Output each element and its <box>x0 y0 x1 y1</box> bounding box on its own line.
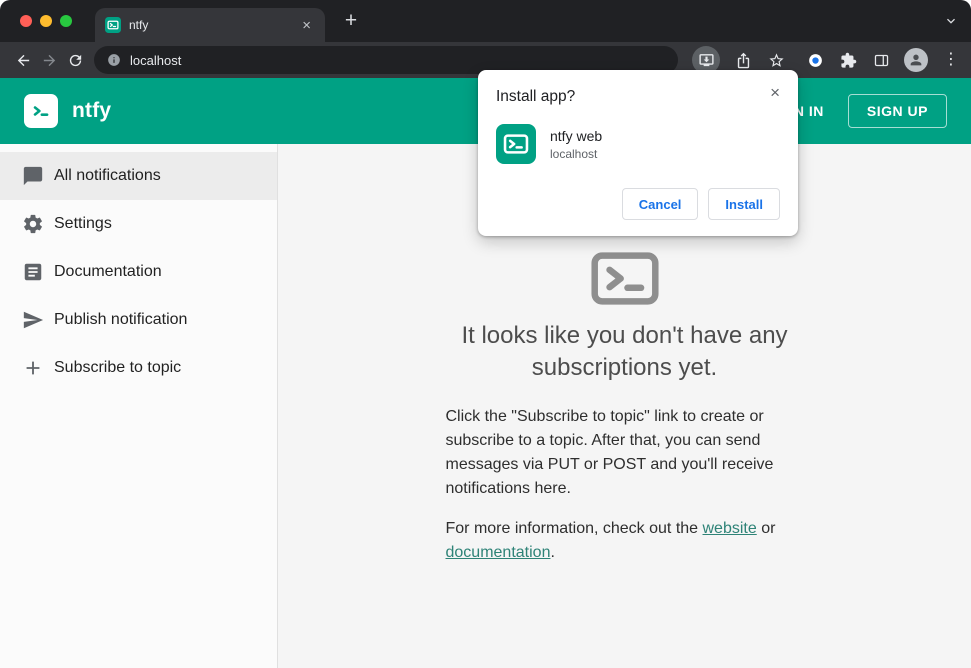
empty-state-paragraph: For more information, check out the webs… <box>446 517 804 565</box>
sidebar-item-label: Subscribe to topic <box>54 359 182 376</box>
tab-strip: ntfy × + <box>0 0 971 42</box>
sidebar-item-label: Settings <box>54 215 112 232</box>
chat-bubble-icon <box>22 165 44 187</box>
documentation-link[interactable]: documentation <box>446 544 551 561</box>
ntfy-terminal-icon <box>590 252 659 310</box>
sidebar-item-documentation[interactable]: Documentation <box>0 248 277 296</box>
new-tab-button[interactable]: + <box>339 9 363 33</box>
dialog-close-icon[interactable]: × <box>766 82 784 103</box>
window-controls <box>0 15 72 27</box>
sidebar-item-subscribe-to-topic[interactable]: Subscribe to topic <box>0 344 277 392</box>
site-info-icon[interactable] <box>107 53 121 67</box>
tab-title: ntfy <box>129 18 149 32</box>
extension-badge-icon[interactable] <box>805 47 825 73</box>
browser-window: ntfy × + localhost ⋮ ntfy IN SIGN UP All… <box>0 0 971 668</box>
period-text: . <box>550 544 555 562</box>
article-icon <box>22 261 44 283</box>
gear-icon <box>22 213 44 235</box>
ntfy-app-icon <box>496 124 536 164</box>
dialog-title: Install app? <box>496 88 576 105</box>
sign-up-button[interactable]: SIGN UP <box>847 94 947 128</box>
website-link[interactable]: website <box>703 520 757 537</box>
install-app-dialog: Install app? × ntfy web localhost Cancel… <box>478 70 798 236</box>
dialog-app-row: ntfy web localhost <box>496 124 780 164</box>
dialog-app-origin: localhost <box>550 146 598 161</box>
empty-state-heading: It looks like you don't have any subscri… <box>461 322 788 381</box>
sidebar-item-label: Documentation <box>54 263 162 280</box>
minimize-window-button[interactable] <box>40 15 52 27</box>
dialog-app-info: ntfy web localhost <box>550 128 602 161</box>
zoom-window-button[interactable] <box>60 15 72 27</box>
dialog-buttons: Cancel Install <box>496 188 780 220</box>
ntfy-favicon-icon <box>105 17 121 33</box>
close-window-button[interactable] <box>20 15 32 27</box>
side-panel-icon[interactable] <box>871 47 891 73</box>
sidebar: All notifications Settings Documentation… <box>0 144 278 668</box>
sidebar-item-settings[interactable]: Settings <box>0 200 277 248</box>
extensions-puzzle-icon[interactable] <box>838 47 858 73</box>
reload-button[interactable] <box>62 47 88 73</box>
tab-search-chevron-icon[interactable] <box>943 13 959 34</box>
ntfy-logo-icon <box>24 94 58 128</box>
sidebar-item-label: Publish notification <box>54 311 188 328</box>
more-info-text: For more information, check out the <box>445 520 703 538</box>
or-text: or <box>756 520 776 538</box>
app-title: ntfy <box>72 99 112 122</box>
empty-state-text: Click the "Subscribe to topic" link to c… <box>446 405 804 565</box>
sidebar-item-publish-notification[interactable]: Publish notification <box>0 296 277 344</box>
forward-button[interactable] <box>36 47 62 73</box>
back-button[interactable] <box>10 47 36 73</box>
empty-state-paragraph: Click the "Subscribe to topic" link to c… <box>445 408 774 498</box>
install-button[interactable]: Install <box>708 188 780 220</box>
send-icon <box>22 309 44 331</box>
profile-avatar[interactable] <box>904 48 928 72</box>
menu-kebab-icon[interactable]: ⋮ <box>941 52 961 68</box>
sidebar-item-label: All notifications <box>54 167 161 184</box>
browser-tab[interactable]: ntfy × <box>95 8 325 42</box>
cancel-button[interactable]: Cancel <box>621 188 699 220</box>
plus-icon <box>22 357 44 379</box>
sidebar-item-all-notifications[interactable]: All notifications <box>0 152 277 200</box>
dialog-app-name: ntfy web <box>550 127 603 144</box>
url-text: localhost <box>130 52 182 68</box>
tab-close-icon[interactable]: × <box>298 16 315 35</box>
